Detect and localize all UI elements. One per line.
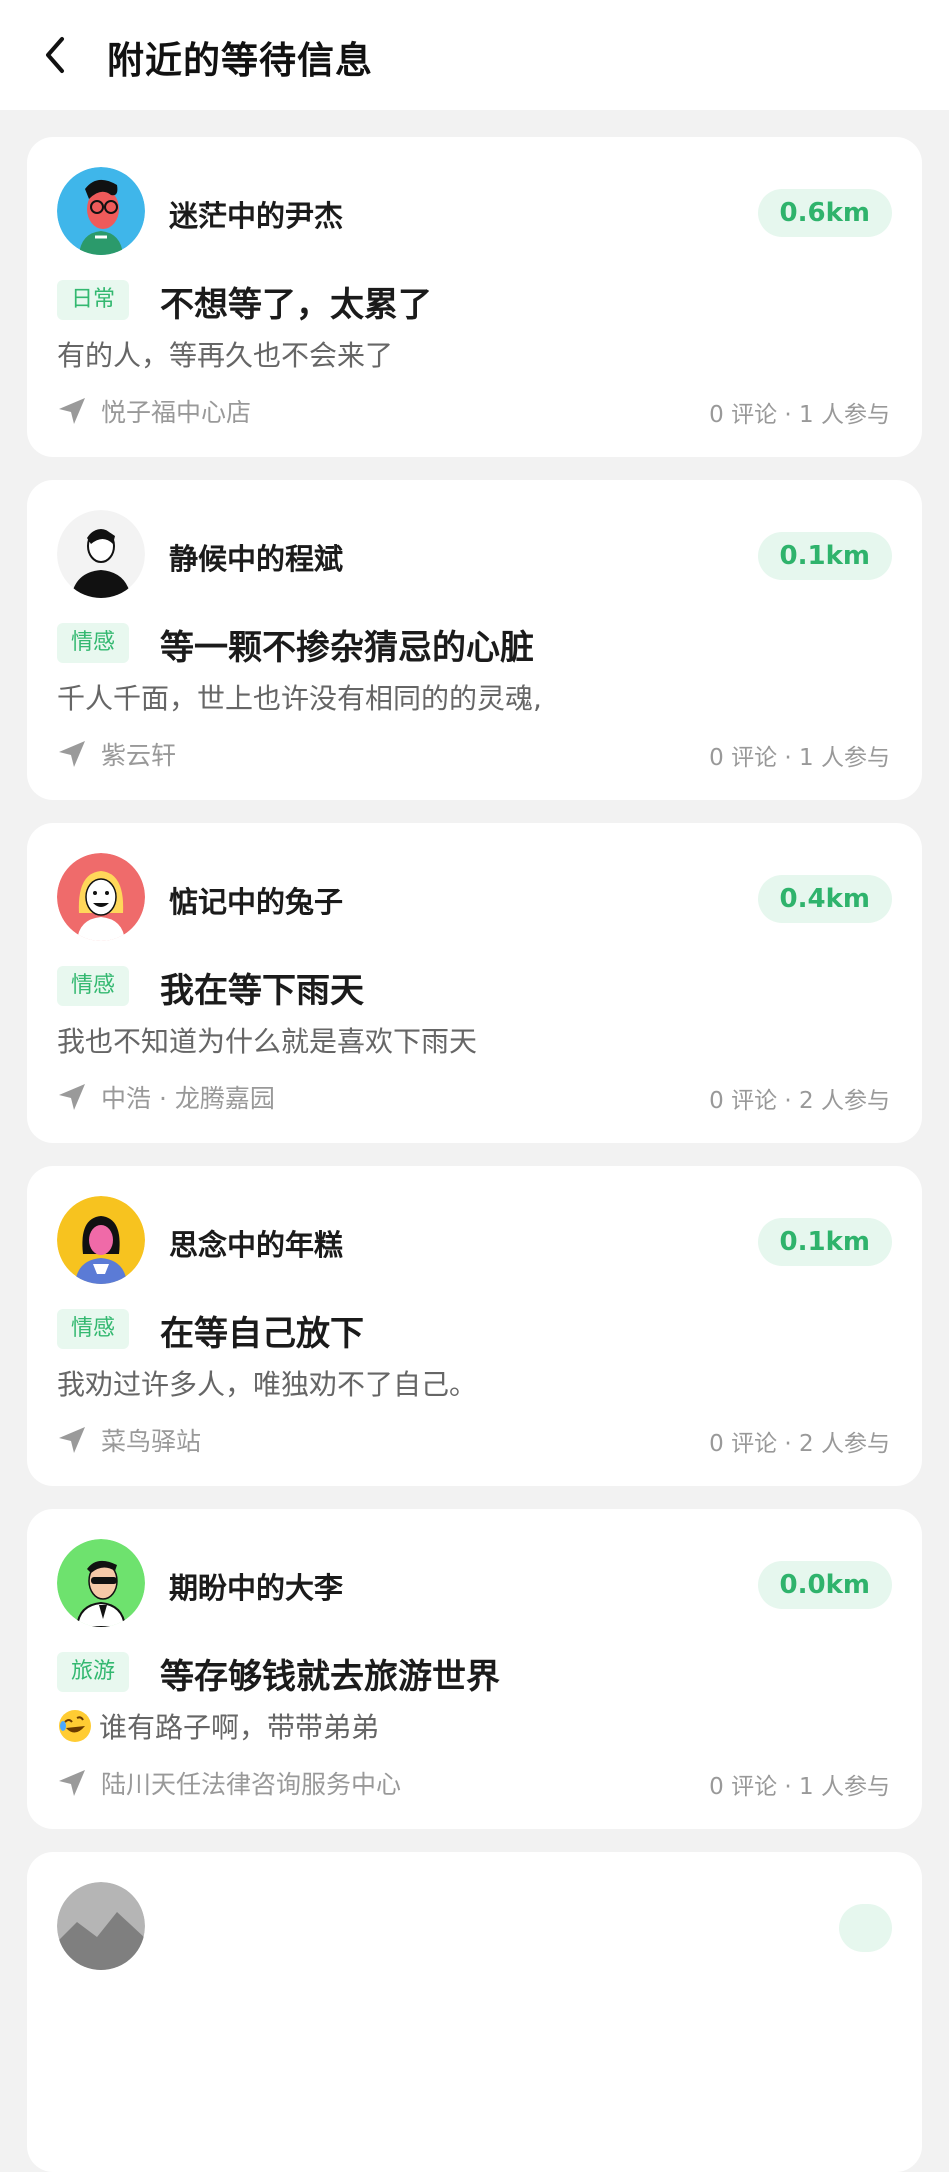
avatar-black-man-icon[interactable] (57, 510, 145, 598)
location[interactable]: 中浩 · 龙腾嘉园 (57, 1079, 275, 1115)
card-title: 等存够钱就去旅游世界 (160, 1657, 500, 1697)
category-tag: 情感 (57, 623, 130, 663)
card-title: 在等自己放下 (160, 1314, 364, 1354)
card-stats: 0 评论 · 1 人参与 (709, 1774, 890, 1800)
card-description: 我劝过许多人，唯独劝不了自己。 (57, 1368, 478, 1401)
card-stats: 0 评论 · 1 人参与 (709, 745, 890, 771)
location-label: 悦子福中心店 (101, 398, 252, 427)
card-description: 千人千面，世上也许没有相同的的灵魂, (57, 682, 542, 715)
username: 惦记中的兔子 (169, 885, 344, 919)
username: 期盼中的大李 (169, 1571, 344, 1605)
card-stats: 0 评论 · 2 人参与 (709, 1088, 890, 1114)
chevron-left-icon (46, 37, 64, 73)
avatar-photo-icon[interactable] (57, 1882, 145, 1970)
navigation-arrow-icon (59, 1770, 85, 1796)
category-tag: 旅游 (57, 1652, 130, 1692)
page-title: 附近的等待信息 (107, 39, 373, 82)
location[interactable]: 紫云轩 (57, 736, 176, 772)
waiting-card[interactable]: 思念中的年糕 0.1km 情感 在等自己放下 我劝过许多人，唯独劝不了自己。 菜… (27, 1166, 922, 1486)
waiting-card[interactable]: 期盼中的大李 0.0km 旅游 等存够钱就去旅游世界 谁有路子啊，带带弟弟 陆川… (27, 1509, 922, 1829)
location-label: 紫云轩 (101, 741, 177, 770)
back-button[interactable] (30, 30, 80, 80)
waiting-card[interactable]: 静候中的程斌 0.1km 情感 等一颗不掺杂猜忌的心脏 千人千面，世上也许没有相… (27, 480, 922, 800)
card-title: 不想等了，太累了 (160, 285, 432, 325)
rolling-laughing-emoji-icon (59, 1710, 91, 1742)
username: 思念中的年糕 (169, 1228, 344, 1262)
location[interactable]: 陆川天任法律咨询服务中心 (57, 1765, 401, 1801)
navigation-arrow-icon (59, 1427, 85, 1453)
card-title: 我在等下雨天 (160, 971, 364, 1011)
location[interactable]: 悦子福中心店 (57, 393, 251, 429)
card-description: 有的人，等再久也不会来了 (57, 339, 394, 372)
location-label: 菜鸟驿站 (101, 1427, 202, 1456)
avatar-blue-man-icon[interactable] (57, 167, 145, 255)
card-description: 谁有路子啊，带带弟弟 (57, 1706, 379, 1746)
distance-badge: 0.6km (757, 189, 892, 237)
distance-badge: 0.4km (757, 875, 892, 923)
waiting-card[interactable] (27, 1852, 922, 2172)
category-tag: 情感 (57, 966, 130, 1006)
card-description: 我也不知道为什么就是喜欢下雨天 (57, 1025, 478, 1058)
navigation-arrow-icon (59, 1084, 85, 1110)
avatar-blonde-woman-icon[interactable] (57, 853, 145, 941)
distance-badge: 0.1km (757, 532, 892, 580)
waiting-card[interactable]: 迷茫中的尹杰 0.6km 日常 不想等了，太累了 有的人，等再久也不会来了 悦子… (27, 137, 922, 457)
username: 迷茫中的尹杰 (169, 199, 344, 233)
navigation-arrow-icon (59, 741, 85, 767)
avatar-green-man-icon[interactable] (57, 1539, 145, 1627)
distance-badge: 0.0km (757, 1561, 892, 1609)
card-stats: 0 评论 · 1 人参与 (709, 402, 890, 428)
location[interactable]: 菜鸟驿站 (57, 1422, 201, 1458)
avatar-pink-woman-icon[interactable] (57, 1196, 145, 1284)
card-stats: 0 评论 · 2 人参与 (709, 1431, 890, 1457)
category-tag: 情感 (57, 1309, 130, 1349)
location-label: 陆川天任法律咨询服务中心 (101, 1770, 402, 1799)
card-title: 等一颗不掺杂猜忌的心脏 (160, 628, 534, 668)
distance-badge: 0.1km (757, 1218, 892, 1266)
navigation-arrow-icon (59, 398, 85, 424)
username: 静候中的程斌 (169, 542, 344, 576)
category-tag: 日常 (57, 280, 130, 320)
top-bar: 附近的等待信息 (0, 0, 949, 110)
distance-badge (838, 1904, 892, 1952)
location-label: 中浩 · 龙腾嘉园 (101, 1084, 275, 1113)
waiting-card[interactable]: 惦记中的兔子 0.4km 情感 我在等下雨天 我也不知道为什么就是喜欢下雨天 中… (27, 823, 922, 1143)
